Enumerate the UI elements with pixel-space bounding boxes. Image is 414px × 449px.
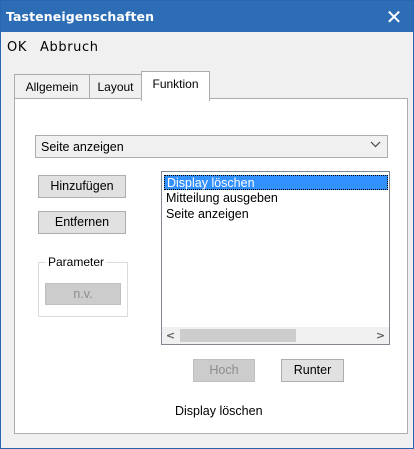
menu-ok[interactable]: OK <box>7 40 27 55</box>
add-button[interactable]: Hinzufügen <box>38 175 126 198</box>
menu-bar: OK Abbruch <box>1 32 413 59</box>
list-item[interactable]: Display löschen <box>164 175 388 190</box>
close-icon[interactable]: ✕ <box>375 1 413 32</box>
dialog-window: Tasteneigenschaften ✕ OK Abbruch Allgeme… <box>0 0 414 449</box>
list-item[interactable]: Mitteilung ausgeben <box>164 191 388 206</box>
parameter-value-button[interactable]: n.v. <box>45 283 121 305</box>
menu-cancel[interactable]: Abbruch <box>40 40 99 55</box>
selected-action-description: Display löschen <box>175 404 263 418</box>
function-select[interactable]: Seite anzeigen <box>35 135 388 158</box>
scrollbar-thumb[interactable] <box>180 329 296 342</box>
tab-layout[interactable]: Layout <box>89 74 142 99</box>
list-item[interactable]: Seite anzeigen <box>164 207 388 222</box>
remove-button[interactable]: Entfernen <box>38 211 126 234</box>
tab-funktion[interactable]: Funktion <box>141 71 210 101</box>
horizontal-scrollbar[interactable]: < > <box>162 327 389 344</box>
function-select-value: Seite anzeigen <box>41 140 124 154</box>
window-title: Tasteneigenschaften <box>6 9 155 24</box>
scroll-left-icon[interactable]: < <box>162 327 179 344</box>
action-list[interactable]: Display löschen Mitteilung ausgeben Seit… <box>161 171 390 345</box>
scroll-right-icon[interactable]: > <box>372 327 389 344</box>
chevron-down-icon[interactable] <box>370 139 381 153</box>
parameter-group: Parameter n.v. <box>38 255 128 317</box>
tab-strip: Allgemein Layout Funktion <box>1 59 413 101</box>
title-bar[interactable]: Tasteneigenschaften ✕ <box>1 1 413 32</box>
move-up-button[interactable]: Hoch <box>193 359 255 382</box>
parameter-group-legend: Parameter <box>46 255 107 269</box>
move-down-button[interactable]: Runter <box>281 359 344 382</box>
tab-allgemein[interactable]: Allgemein <box>14 74 90 99</box>
funktion-tab-panel: Seite anzeigen Hinzufügen Entfernen Para… <box>14 98 408 434</box>
